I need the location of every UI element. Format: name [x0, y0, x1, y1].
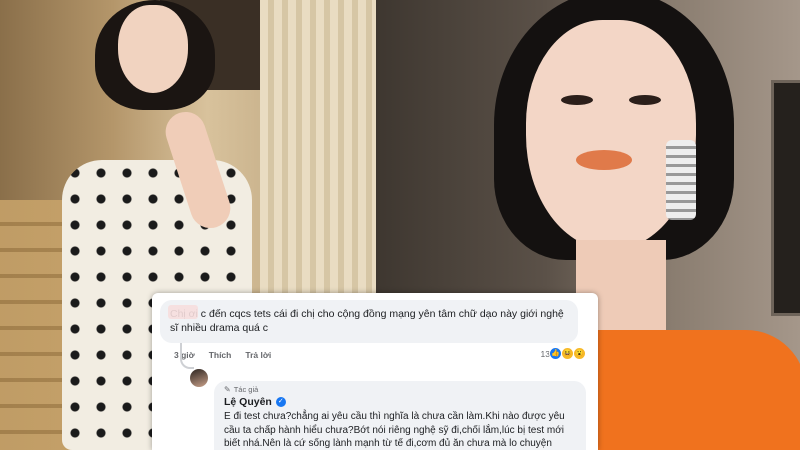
verified-icon: ✓	[275, 397, 286, 407]
comment-screenshot: Chị ơi c đến cqcs tets cái đi chị cho cộ…	[152, 293, 598, 450]
wow-icon: 😮	[573, 347, 586, 360]
reaction-summary[interactable]: 13 👍 😆 😮	[541, 347, 586, 360]
comment-bubble: Chị ơi c đến cqcs tets cái đi chị cho cộ…	[160, 300, 578, 343]
background-door	[771, 80, 800, 316]
face	[118, 5, 188, 93]
comment-text: Chị ơi c đến cqcs tets cái đi chị cho cộ…	[170, 308, 564, 334]
author-badge: ✎ Tác giả	[224, 385, 576, 394]
redacted-name	[168, 305, 198, 319]
author-name[interactable]: Lệ Quyên	[224, 396, 272, 408]
pen-icon: ✎	[224, 385, 231, 394]
earring	[666, 140, 696, 220]
reply-thread-line	[180, 343, 194, 369]
avatar[interactable]	[190, 369, 208, 387]
lips	[576, 150, 632, 170]
like-link[interactable]: Thích	[209, 350, 232, 360]
reply-link[interactable]: Trả lời	[245, 350, 271, 360]
left-eye	[561, 95, 593, 105]
right-eye	[629, 95, 661, 105]
reply-bubble: ✎ Tác giả Lệ Quyên ✓ E đi test chưa?chẳn…	[214, 381, 586, 450]
author-row: Lệ Quyên ✓	[224, 396, 576, 408]
reply-text: E đi test chưa?chẳng ai yêu cầu thì nghĩ…	[224, 411, 565, 449]
author-badge-label: Tác giả	[233, 385, 259, 394]
